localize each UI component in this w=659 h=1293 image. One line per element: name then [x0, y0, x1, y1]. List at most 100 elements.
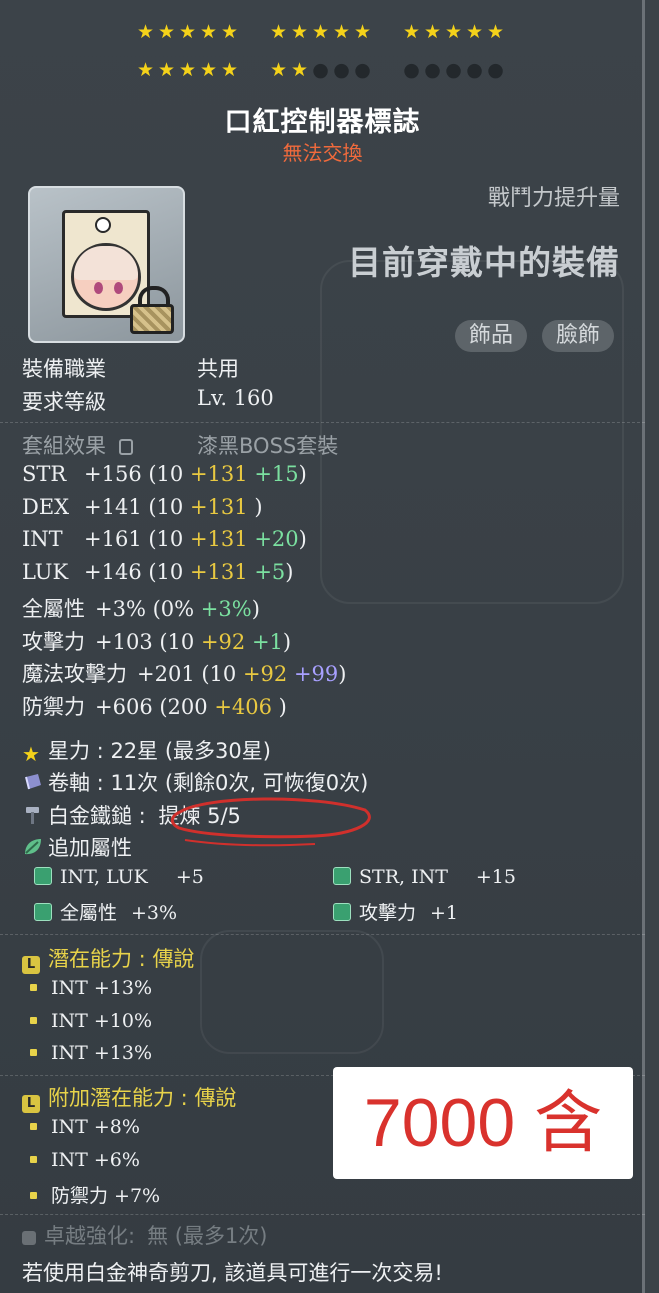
combat-power-boost-label: 戰鬥力提升量 — [487, 186, 620, 211]
potential-header: L 潛在能力 : 傳說 — [22, 943, 194, 974]
bullet-icon — [30, 1192, 37, 1199]
set-effect: 套組效果 漆黑BOSS套裝 — [22, 430, 338, 460]
bullet-icon — [30, 984, 37, 991]
stat-line: 攻擊力 +103 (10 +92 +1) — [22, 629, 292, 654]
star-filled-icon: ★ — [353, 21, 372, 43]
potential-text: INT +10% — [51, 1009, 152, 1032]
stat-name: 攻擊力 — [22, 629, 85, 654]
job-value: 共用 — [197, 357, 239, 381]
star-group: ★ ★ ★ ★ ★ — [135, 22, 240, 42]
stat-total: +161 (10 — [84, 527, 190, 552]
star-filled-icon: ★ — [332, 21, 351, 43]
star-filled-icon: ★ — [220, 21, 239, 43]
price-text: 7000 含 — [363, 1085, 603, 1161]
potential-text: INT +13% — [51, 1042, 152, 1064]
job-requirement: 裝備職業 共用 — [22, 353, 239, 383]
current-equipment-label: 目前穿戴中的裝備 — [348, 243, 620, 282]
flame-item: STR, INT +15 — [333, 866, 516, 888]
stat-total: +141 (10 — [84, 494, 190, 519]
star-empty-icon: ● — [354, 59, 371, 81]
star-filled-icon: ★ — [157, 21, 176, 43]
stat-line: 魔法攻擊力 +201 (10 +92 +99) — [22, 662, 347, 687]
stat-name: STR — [22, 462, 67, 486]
star-filled-icon: ★ — [220, 59, 239, 81]
star-filled-icon: ★ — [178, 59, 197, 81]
star-group: ★ ★ ★ ★ ★ — [401, 22, 506, 42]
set-effect-label: 套組效果 — [22, 434, 106, 458]
flame-item: 全屬性 +3% — [34, 898, 177, 925]
star-filled-icon: ★ — [465, 21, 484, 43]
legendary-badge-icon: L — [22, 1095, 40, 1113]
background-art — [320, 260, 624, 604]
bullet-icon — [30, 1016, 37, 1024]
star-empty-icon: ● — [333, 59, 350, 81]
job-label: 裝備職業 — [22, 357, 106, 381]
stat-scroll-bonus: +92 — [242, 662, 294, 687]
star-filled-icon: ★ — [290, 21, 309, 43]
stat-total: +606 (200 — [95, 694, 215, 719]
star-filled-icon: ★ — [136, 21, 155, 43]
flame-bullet-icon — [333, 867, 351, 885]
star-group: ★ ★ ★ ★ ★ — [135, 60, 240, 80]
star-filled-icon: ★ — [444, 21, 463, 43]
star-empty-icon: ● — [403, 59, 420, 81]
background-art — [200, 930, 384, 1054]
stat-total: +201 (10 — [137, 662, 243, 687]
potential-line: INT +6% — [30, 1149, 140, 1171]
starforce-line: ★ 星力 : 22星 (最多30星) — [22, 739, 271, 766]
stat-line: INT +161 (10 +131 +20) — [22, 527, 307, 552]
exceptional-line: 卓越強化: 無 (最多1次) — [22, 1220, 268, 1250]
stat-name: 防禦力 — [22, 694, 85, 719]
bullet-icon — [30, 1123, 37, 1130]
red-circle-annotation — [170, 797, 371, 847]
document-icon — [118, 439, 133, 455]
flame-leaf-icon — [22, 836, 44, 858]
price-tag: 7000 含 — [333, 1067, 633, 1179]
star-filled-icon: ★ — [136, 59, 155, 81]
potential-line: 防禦力 +7% — [30, 1181, 160, 1208]
lock-icon — [128, 286, 178, 334]
starforce-stars-row: ★ ★ ★ ★ ★ ★ ★ ● ● ● ● ● ● ● ● — [135, 60, 534, 80]
potential-line: INT +13% — [30, 977, 152, 999]
star-group: ★ ★ ★ ★ ★ — [268, 22, 373, 42]
stat-name: LUK — [22, 560, 69, 585]
stat-scroll-bonus: +131 — [189, 494, 255, 519]
stat-name: 全屬性 — [22, 596, 85, 621]
category-badge: 臉飾 — [542, 320, 615, 352]
flame-bullet-icon — [333, 903, 351, 921]
level-label: 要求等級 — [22, 390, 106, 414]
star-group: ★ ★ ● ● ● — [268, 60, 373, 80]
scroll-icon — [22, 771, 44, 793]
bullet-icon — [30, 1049, 37, 1056]
star-icon: ★ — [22, 742, 40, 766]
stat-name: INT — [22, 527, 63, 552]
flame-bullet-icon — [34, 867, 52, 885]
stat-name: 魔法攻擊力 — [22, 662, 127, 687]
footer-note: 若使用白金神奇剪刀, 該道具可進行一次交易! — [22, 1261, 443, 1285]
star-empty-icon: ● — [312, 59, 329, 81]
stat-scroll-bonus: +406 — [214, 694, 279, 719]
potential-text: INT +8% — [51, 1116, 140, 1138]
potential-text: 防禦力 +7% — [51, 1185, 161, 1207]
stat-total: +3% (0% — [95, 596, 201, 621]
bonus-potential-header: L 附加潛在能力 : 傳說 — [22, 1082, 236, 1113]
flame-line: 追加屬性 — [22, 832, 132, 862]
stat-total: +103 (10 — [95, 629, 201, 654]
potential-line: INT +10% — [30, 1010, 152, 1032]
trade-status: 無法交換 — [282, 141, 363, 165]
stat-flame-bonus: +5 — [254, 560, 286, 585]
stat-flame-bonus: +1 — [251, 629, 283, 654]
starforce-stars-row: ★ ★ ★ ★ ★ ★ ★ ★ ★ ★ ★ ★ ★ ★ ★ — [135, 22, 534, 42]
flame-bullet-icon — [34, 903, 52, 921]
star-empty-icon: ● — [424, 59, 441, 81]
stat-line: 全屬性 +3% (0% +3%) — [22, 596, 260, 621]
star-filled-icon: ★ — [199, 59, 218, 81]
level-value: Lv. 160 — [197, 386, 274, 410]
star-filled-icon: ★ — [311, 21, 330, 43]
stat-flame-bonus: +15 — [254, 462, 299, 486]
stat-flame-bonus: +99 — [293, 662, 339, 687]
category-badge: 飾品 — [455, 320, 528, 352]
hammer-icon — [22, 804, 44, 826]
item-icon-frame — [28, 186, 185, 343]
bullet-icon — [30, 1155, 37, 1163]
